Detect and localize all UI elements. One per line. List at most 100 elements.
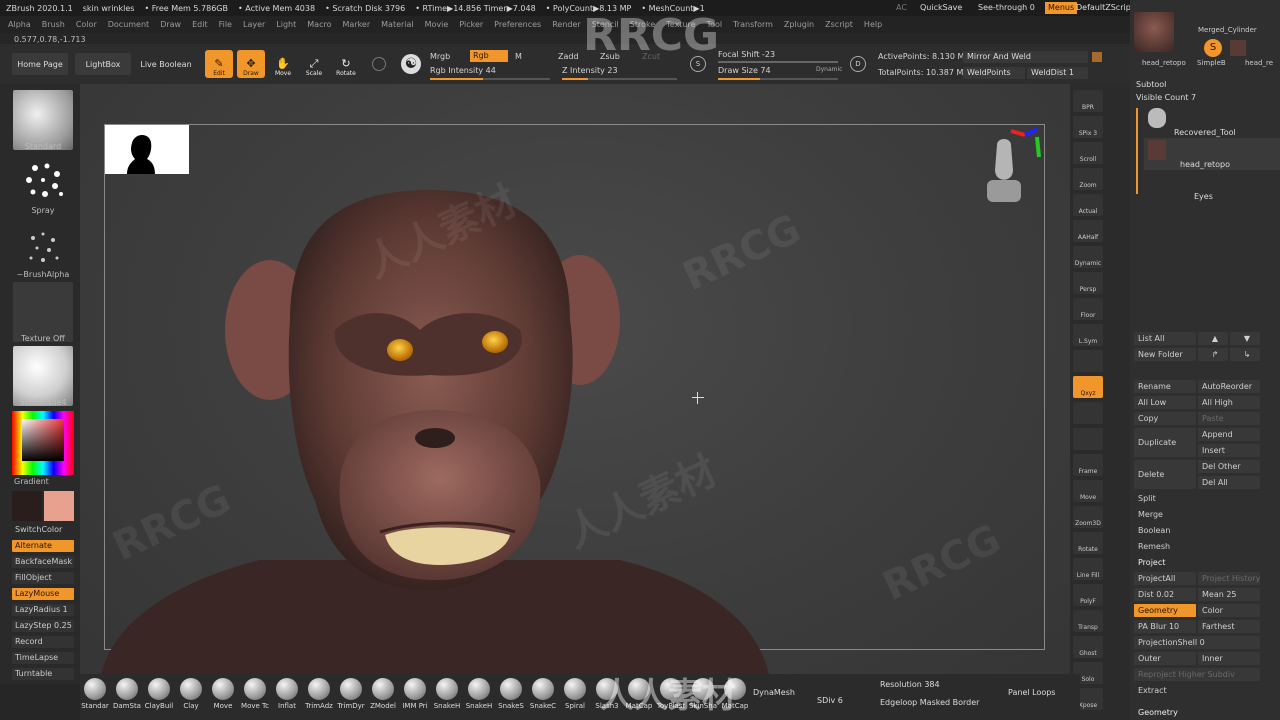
color-square[interactable]	[22, 419, 64, 461]
m-toggle[interactable]: M	[515, 52, 522, 61]
all-high-button[interactable]: All High	[1198, 396, 1260, 409]
menu-alpha[interactable]: Alpha	[8, 20, 31, 29]
draw-mode-button[interactable]: ✥ Draw	[237, 50, 265, 78]
rshelf-qxyz-button[interactable]: Qxyz	[1073, 376, 1103, 398]
menu-movie[interactable]: Movie	[425, 20, 449, 29]
rshelf-zoom3d-button[interactable]: Zoom3D	[1073, 506, 1103, 528]
dynamic-size-icon[interactable]: D	[850, 56, 866, 72]
rshelf-actual-button[interactable]: Actual	[1073, 194, 1103, 216]
merge-menu[interactable]: Merge	[1134, 508, 1260, 521]
tool-thumb-head-2[interactable]	[1230, 40, 1246, 56]
menu-stencil[interactable]: Stencil	[592, 20, 619, 29]
menu-texture[interactable]: Texture	[666, 20, 695, 29]
menu-marker[interactable]: Marker	[342, 20, 370, 29]
live-boolean-button[interactable]: Live Boolean	[137, 53, 195, 75]
projection-shell-slider[interactable]: ProjectionShell 0	[1134, 636, 1260, 649]
navigation-thumbnail[interactable]	[105, 125, 189, 174]
yin-yang-icon[interactable]: ☯	[401, 54, 421, 74]
material-thumbnail[interactable]	[13, 346, 73, 406]
autoreorder-button[interactable]: AutoReorder	[1198, 380, 1260, 393]
brush-slot[interactable]: ToyPlast	[656, 678, 686, 710]
menu-light[interactable]: Light	[276, 20, 296, 29]
texture-thumbnail[interactable]	[13, 282, 73, 342]
rshelf-icon-10-button[interactable]	[1073, 350, 1103, 372]
brush-slot[interactable]: TrimAdz	[304, 678, 334, 710]
project-history-button[interactable]: Project History	[1198, 572, 1260, 585]
mrgb-toggle[interactable]: Mrgb	[430, 52, 450, 61]
move-mode-button[interactable]: ✋ Move	[269, 50, 297, 78]
menu-layer[interactable]: Layer	[243, 20, 265, 29]
menu-zplugin[interactable]: Zplugin	[784, 20, 814, 29]
secondary-color-swatch[interactable]	[44, 491, 74, 521]
panel-loops-button[interactable]: Panel Loops	[1008, 688, 1055, 697]
backface-mask-toggle[interactable]: BackfaceMask	[12, 556, 74, 568]
rshelf-scroll-button[interactable]: Scroll	[1073, 142, 1103, 164]
remesh-menu[interactable]: Remesh	[1134, 540, 1260, 553]
seethrough-slider[interactable]: See-through 0	[978, 3, 1035, 12]
all-low-button[interactable]: All Low	[1134, 396, 1196, 409]
alternate-toggle[interactable]: Alternate	[12, 540, 74, 552]
fill-object-button[interactable]: FillObject	[12, 572, 74, 584]
brush-slot[interactable]: Inflat	[272, 678, 302, 710]
z-intensity-slider[interactable]	[562, 78, 677, 80]
home-page-button[interactable]: Home Page	[12, 53, 68, 75]
rshelf-aahalf-button[interactable]: AAHalf	[1073, 220, 1103, 242]
menu-color[interactable]: Color	[76, 20, 97, 29]
menu-brush[interactable]: Brush	[42, 20, 65, 29]
orientation-gizmo[interactable]	[975, 125, 1050, 210]
rshelf-l-sym-button[interactable]: L.Sym	[1073, 324, 1103, 346]
rgb-toggle[interactable]: Rgb	[470, 50, 508, 62]
menu-document[interactable]: Document	[108, 20, 149, 29]
mirror-weld-button[interactable]: Mirror And Weld	[963, 51, 1088, 63]
brush-slot[interactable]: SkinSha	[688, 678, 718, 710]
folder-down-icon[interactable]: ↳	[1230, 348, 1260, 361]
brush-slot[interactable]: TrimDyr	[336, 678, 366, 710]
sdiv-slider[interactable]: SDiv 6	[817, 696, 843, 705]
edgeloop-masked-border-button[interactable]: Edgeloop Masked Border	[880, 698, 979, 707]
brush-slot[interactable]: Move Tc	[240, 678, 270, 710]
subtool-title[interactable]: Subtool	[1136, 80, 1166, 89]
menu-edit[interactable]: Edit	[192, 20, 208, 29]
brush-slot[interactable]: Slash3	[592, 678, 622, 710]
menu-help[interactable]: Help	[864, 20, 882, 29]
rshelf-rotate-button[interactable]: Rotate	[1073, 532, 1103, 554]
edit-mode-button[interactable]: ✎ Edit	[205, 50, 233, 78]
timelapse-button[interactable]: TimeLapse	[12, 652, 74, 664]
outer-toggle[interactable]: Outer	[1134, 652, 1196, 665]
menu-preferences[interactable]: Preferences	[494, 20, 541, 29]
brush-slot[interactable]: DamSta	[112, 678, 142, 710]
brush-thumbnail[interactable]	[13, 90, 73, 150]
subtool-scrollbar[interactable]	[1136, 108, 1138, 194]
geometry-menu[interactable]: Geometry	[1134, 706, 1260, 719]
rshelf-frame-button[interactable]: Frame	[1073, 454, 1103, 476]
rshelf-spix-3-button[interactable]: SPix 3	[1073, 116, 1103, 138]
scale-mode-button[interactable]: ⤢ Scale	[300, 50, 328, 78]
weld-dist-slider[interactable]: WeldDist 1	[1027, 67, 1088, 79]
rshelf-persp-button[interactable]: Persp	[1073, 272, 1103, 294]
alpha-thumbnail[interactable]	[13, 218, 73, 278]
brush-slot[interactable]: Standar	[80, 678, 110, 710]
brush-slot[interactable]: SnakeH	[464, 678, 494, 710]
dynamesh-button[interactable]: DynaMesh	[753, 688, 795, 697]
project-menu[interactable]: Project	[1134, 556, 1260, 569]
move-up-icon[interactable]: ▲	[1198, 332, 1228, 345]
brush-slot[interactable]: ClayBuil	[144, 678, 174, 710]
subtool-item-head-retopo[interactable]: head_retopo	[1144, 138, 1280, 170]
weld-points-button[interactable]: WeldPoints	[963, 67, 1025, 79]
rshelf-bpr-button[interactable]: BPR	[1073, 90, 1103, 112]
turntable-button[interactable]: Turntable	[12, 668, 74, 680]
primary-color-swatch[interactable]	[12, 491, 42, 521]
menu-render[interactable]: Render	[552, 20, 580, 29]
rshelf-icon-13-button[interactable]	[1073, 428, 1103, 450]
subtool-item-eyes[interactable]: Eyes	[1194, 192, 1213, 201]
pa-blur-slider[interactable]: PA Blur 10	[1134, 620, 1196, 633]
stroke-thumbnail[interactable]	[13, 154, 73, 214]
split-menu[interactable]: Split	[1134, 492, 1260, 505]
default-zscript-button[interactable]: DefaultZScript	[1076, 3, 1134, 12]
lazy-radius-slider[interactable]: LazyRadius 1	[12, 604, 74, 616]
boolean-menu[interactable]: Boolean	[1134, 524, 1260, 537]
mean-slider[interactable]: Mean 25	[1198, 588, 1260, 601]
delete-button[interactable]: Delete	[1134, 460, 1196, 489]
zcut-toggle[interactable]: Zcut	[642, 52, 660, 61]
rshelf-floor-button[interactable]: Floor	[1073, 298, 1103, 320]
